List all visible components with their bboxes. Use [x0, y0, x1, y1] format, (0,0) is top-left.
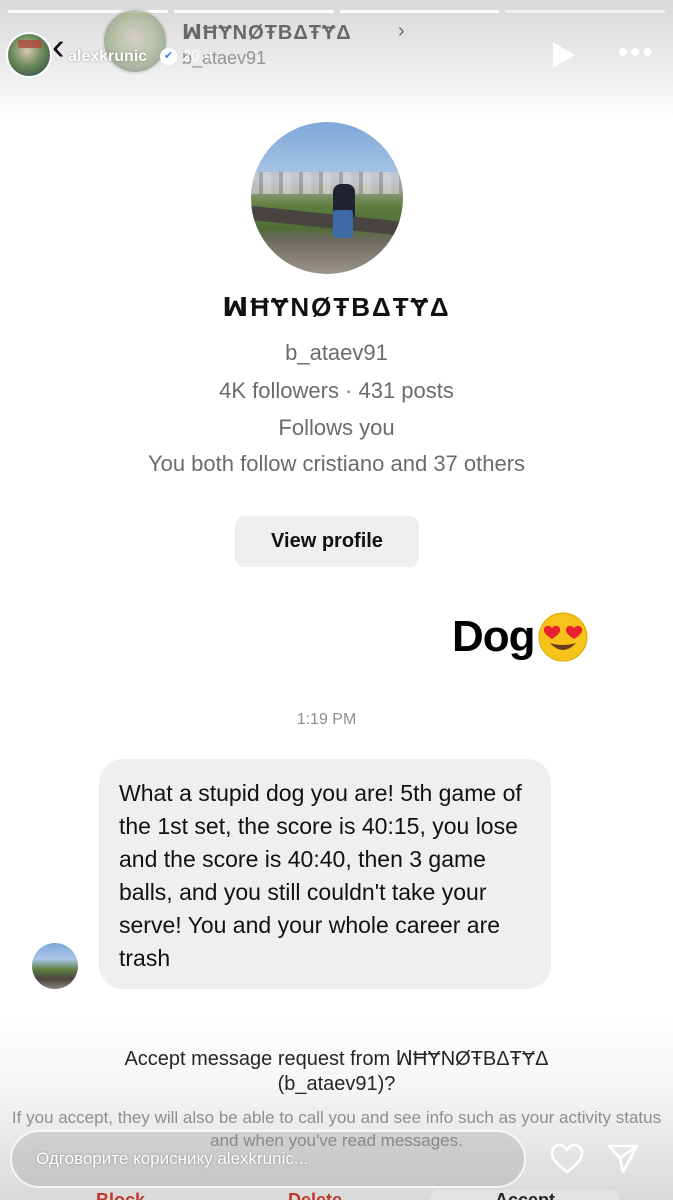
message-bubble[interactable]: What a stupid dog you are! 5th game of t… [99, 759, 551, 989]
message-timestamp: 1:19 PM [296, 711, 357, 728]
story-reply-input[interactable]: Одговорите кориснику alexkrunic... [10, 1130, 526, 1188]
profile-handle: b_ataev91 [285, 340, 388, 365]
story-avatar[interactable] [6, 32, 52, 78]
verified-icon: ✔ [160, 48, 177, 65]
reply-placeholder: Одговорите кориснику alexkrunic... [36, 1149, 309, 1168]
play-icon[interactable] [551, 42, 575, 68]
story-username[interactable]: alexkrunic [68, 48, 147, 66]
request-title: Accept message request from ꟽĦɎNØŦBΔŦɎΔ [124, 1048, 549, 1070]
view-profile-button[interactable]: View profile [235, 516, 419, 567]
story-progress [8, 10, 665, 13]
profile-stats: 4K followers · 431 posts [219, 378, 454, 403]
send-icon[interactable] [606, 1141, 640, 1175]
delete-button[interactable]: Delete [288, 1190, 342, 1200]
sticker-text: Dog [452, 612, 536, 661]
message-text: What a stupid dog you are! 5th game of t… [119, 780, 522, 971]
request-actions: Block Delete Accept [0, 1188, 673, 1200]
story-progress-segment [173, 10, 334, 13]
story-header: ‹ ꟽĦɎNØŦBΔŦɎΔ › b_ataev91 alexkrunic ✔ 2… [6, 8, 663, 84]
back-chevron-icon[interactable]: ‹ [52, 28, 65, 66]
request-handle: (b_ataev91)? [277, 1073, 396, 1095]
story-time: 20 ч [182, 48, 213, 65]
profile-picture[interactable] [251, 122, 403, 274]
dm-header-name: ꟽĦɎNØŦBΔŦɎΔ [182, 22, 352, 44]
more-icon[interactable]: ••• [617, 36, 655, 70]
story-progress-segment [339, 10, 500, 13]
accept-button[interactable]: Accept [430, 1190, 620, 1200]
dog-sticker: Dog [452, 602, 589, 672]
follows-you-label: Follows you [278, 415, 395, 440]
message-sender-avatar[interactable] [32, 943, 78, 989]
story-progress-segment [505, 10, 665, 13]
heart-eyes-emoji-icon [538, 612, 588, 662]
profile-name: ꟽĦɎNØŦBΔŦɎΔ [222, 292, 451, 322]
block-button[interactable]: Block [96, 1190, 145, 1200]
story-header-overlay: ‹ ꟽĦɎNØŦBΔŦɎΔ › b_ataev91 alexkrunic ✔ 2… [0, 0, 673, 120]
mutual-followers: You both follow cristiano and 37 others [147, 451, 526, 476]
chevron-right-icon: › [398, 20, 405, 42]
heart-icon[interactable] [550, 1143, 584, 1175]
